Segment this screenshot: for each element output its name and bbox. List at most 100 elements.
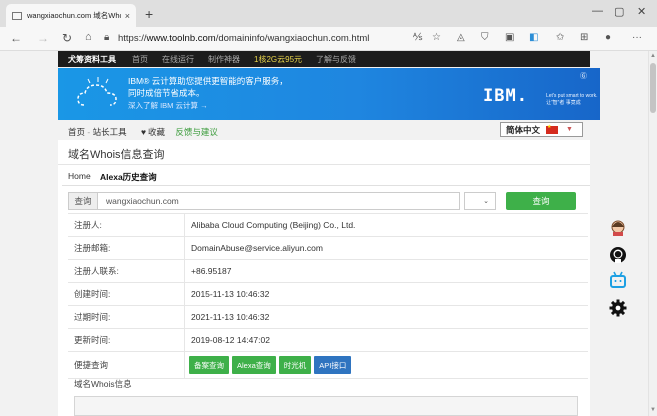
banner-tagline: Let's put smart to work. 让“智”者 事竟成 [546,93,598,107]
chevron-down-icon: ▼ [566,126,573,133]
bilibili-icon[interactable] [609,271,627,289]
domain-input[interactable] [98,192,460,210]
row-label: 更新时间: [68,329,185,351]
scroll-up-icon[interactable]: ▲ [650,53,656,59]
table-row: 更新时间: 2019-08-12 14:47:02 [68,329,588,352]
language-label: 简体中文 [506,124,541,135]
row-label: 注册人: [68,214,185,236]
minimize-button[interactable]: — [592,5,603,17]
page-title: 域名Whois信息查询 [68,149,165,161]
breadcrumb-home[interactable]: 首页 [68,127,85,137]
banner-line-1: IBM® 云计算助您提供更智能的客户服务， [128,76,288,86]
search-button[interactable]: 查询 [506,192,576,210]
row-value: 2015-11-13 10:46:32 [191,289,270,299]
scroll-thumb[interactable] [650,63,656,113]
row-label: 便捷查询 [68,352,185,378]
favorite-star-icon[interactable]: ☆ [432,32,441,43]
row-label: 创建时间: [68,283,185,305]
feedback-link[interactable]: 反馈与建议 [175,127,218,137]
alexa-lookup-button[interactable]: Alexa查询 [232,356,276,374]
collections-icon[interactable]: ⊞ [580,32,588,43]
breadcrumb-separator: - [85,127,93,137]
whois-info-table: 注册人: Alibaba Cloud Computing (Beijing) C… [68,213,588,379]
breadcrumb-tools[interactable]: 站长工具 [93,127,127,137]
table-row: 过期时间: 2021-11-13 10:46:32 [68,306,588,329]
api-button[interactable]: API接口 [314,356,352,374]
row-value: Alibaba Cloud Computing (Beijing) Co., L… [191,220,356,230]
vertical-scrollbar[interactable]: ▲ ▼ [648,51,657,416]
breadcrumb: 首页 - 站长工具 ♥ 收藏 反馈与建议 [68,126,218,138]
scroll-down-icon[interactable]: ▼ [650,407,656,413]
banner-link[interactable]: 深入了解 IBM 云计算 → [128,100,208,111]
nav-item-tools[interactable]: 制作神器 [208,54,240,65]
row-label: 注册邮箱: [68,237,185,259]
tab-alexa-history[interactable]: Alexa历史查询 [100,171,157,183]
extension-color-icon[interactable]: ◧ [529,32,538,43]
row-value: 2019-08-12 14:47:02 [191,335,270,345]
gear-icon[interactable] [609,299,627,317]
read-aloud-icon[interactable]: ⅍ [413,32,422,43]
home-icon[interactable]: ⌂ [85,31,92,43]
url-field[interactable]: https://www.toolnb.com/domaininfo/wangxi… [118,33,369,44]
tab-close-button[interactable]: × [125,11,130,21]
row-label: 注册人联系: [68,260,185,282]
banner-tagline-en: Let's put smart to work. [546,93,598,99]
china-flag-icon [546,124,559,134]
lock-icon[interactable]: 🔒︎ [104,32,109,43]
profile-avatar[interactable]: ● [605,32,611,43]
table-row: 注册邮箱: DomainAbuse@service.aliyun.com [68,237,588,260]
language-select[interactable]: 简体中文 ▼ [500,122,583,137]
ibm-ad-banner[interactable]: IBM® 云计算助您提供更智能的客户服务， 同时成倍节省成本。 深入了解 IBM… [58,68,600,120]
heart-icon: ♥ [140,127,147,137]
new-tab-button[interactable]: + [145,6,153,22]
ad-choices-icon[interactable]: Ⓖ [580,71,587,81]
icp-lookup-button[interactable]: 备案查询 [189,356,229,374]
url-host: www.toolnb.com [146,33,216,44]
page-content: 犬筹资料工具 首页 在线运行 制作神器 1核2G云95元 了解与反馈 IBM® … [0,51,648,416]
nav-item-feedback[interactable]: 了解与反馈 [316,54,356,65]
row-value: 2021-11-13 10:46:32 [191,312,270,322]
banner-tagline-cn: 让“智”者 事竟成 [546,100,581,106]
row-label: 过期时间: [68,306,185,328]
tabs-divider [62,185,590,186]
window-close-button[interactable]: ✕ [637,5,646,18]
table-row: 创建时间: 2015-11-13 10:46:32 [68,283,588,306]
whois-section-title: 域名Whois信息 [74,379,132,389]
customer-service-icon[interactable] [609,219,627,237]
banner-line-2: 同时成倍节省成本。 [128,88,205,98]
site-logo[interactable]: 犬筹资料工具 [68,54,116,65]
back-arrow-icon[interactable]: ← [10,31,22,45]
row-value: DomainAbuse@service.aliyun.com [191,243,323,253]
forward-arrow-icon[interactable]: → [37,31,49,45]
quick-buttons: 备案查询 Alexa查询 时光机 API接口 [185,356,352,374]
row-value: +86.95187 [191,266,232,276]
github-icon[interactable] [609,246,627,264]
wayback-button[interactable]: 时光机 [278,356,312,374]
browser-tab-strip: wangxiaochun.com 域名Whois信息 × + — ▢ ✕ [0,0,657,27]
query-type-select[interactable]: ⌄ [464,192,496,210]
table-row: 注册人联系: +86.95187 [68,260,588,283]
nav-item-run[interactable]: 在线运行 [162,54,194,65]
shield-icon[interactable]: ⛉ [481,32,489,43]
refresh-icon[interactable]: ↻ [62,31,72,45]
url-scheme: https:// [118,33,147,44]
maximize-button[interactable]: ▢ [614,5,624,18]
favorite-link[interactable]: 收藏 [148,127,165,137]
extension-dark-icon[interactable]: ▣ [505,32,514,43]
tab-favicon-icon [12,11,22,20]
divider [58,164,590,165]
query-label: 查询 [68,192,98,210]
favorites-icon[interactable]: ✩ [556,32,564,43]
chevron-down-icon: ⌄ [483,198,489,205]
tab-home[interactable]: Home [68,171,91,181]
quick-links-row: 便捷查询 备案查询 Alexa查询 时光机 API接口 [68,352,588,379]
whois-raw-box [74,396,578,416]
browser-tab[interactable]: wangxiaochun.com 域名Whois信息 × [6,4,136,27]
more-menu-icon[interactable]: ··· [632,32,642,43]
nav-item-home[interactable]: 首页 [132,54,148,65]
nav-promo[interactable]: 1核2G云95元 [254,54,302,65]
site-top-nav: 犬筹资料工具 首页 在线运行 制作神器 1核2G云95元 了解与反馈 [58,51,590,67]
address-bar-row: ← → ↻ ⌂ 🔒︎ https://www.toolnb.com/domain… [0,27,657,51]
extension-icon[interactable]: ◬ [457,32,465,43]
url-path: /domaininfo/wangxiaochun.com.html [215,33,370,44]
